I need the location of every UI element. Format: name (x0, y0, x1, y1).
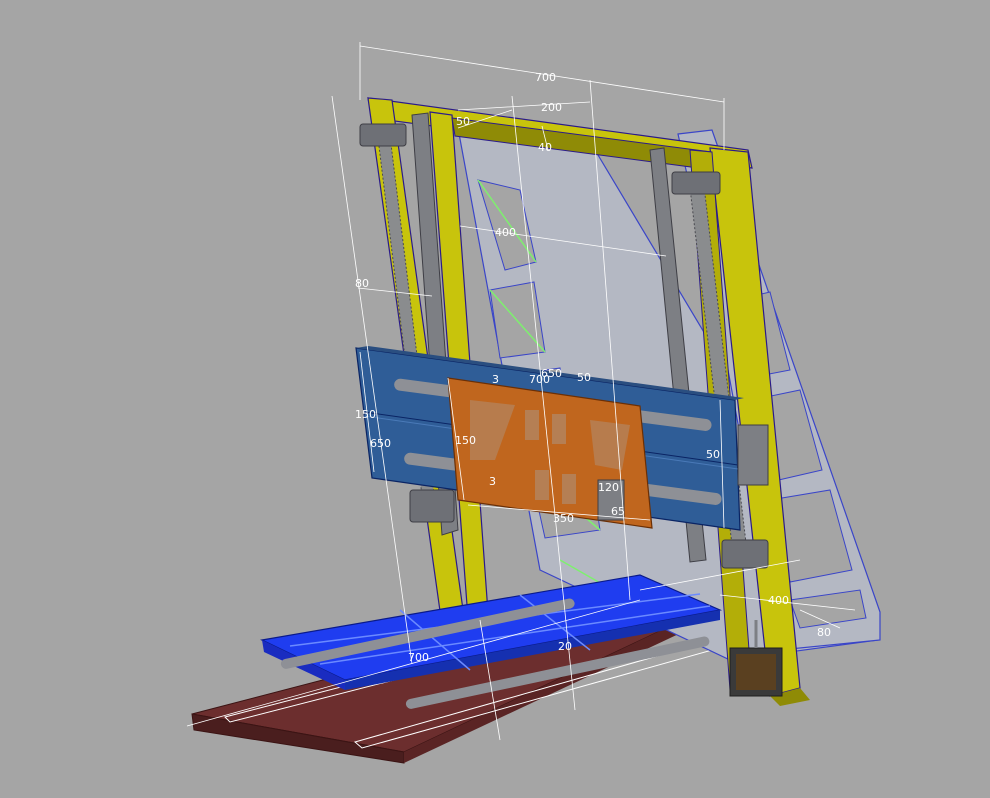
dim-base-side: 80 (817, 626, 831, 639)
dim-base-width: 400 (768, 594, 789, 607)
dim-table-gap: 20 (558, 640, 572, 653)
dim-top-offset: 50 (456, 115, 470, 128)
dim-plate-right: 50 (706, 448, 720, 461)
cad-render: 700 200 50 40 400 80 150 650 3 700 650 5… (186, 42, 881, 764)
dim-carriage-width-b: 650 (541, 367, 562, 380)
dim-plate-width: 350 (553, 512, 574, 525)
dim-top-width: 700 (535, 71, 556, 84)
x-right-block (737, 424, 769, 486)
dim-table-width: 700 (408, 651, 429, 664)
dim-carriage-thickness: 3 (492, 373, 499, 386)
dim-carriage-height: 150 (355, 408, 376, 421)
right-bottom-bearing (721, 539, 769, 569)
dim-side-left: 80 (355, 277, 369, 290)
dim-hole-offset: 65 (611, 505, 625, 518)
dim-inner-span: 400 (495, 226, 516, 239)
left-top-bearing (359, 123, 407, 147)
dim-plate-thickness: 3 (489, 475, 496, 488)
dim-top-depth: 40 (538, 141, 552, 154)
dim-hole-spacing: 120 (598, 481, 619, 494)
dim-plate-height: 150 (455, 434, 476, 447)
dim-carriage-side-height: 650 (370, 437, 391, 450)
left-bottom-bearing (409, 489, 455, 523)
dim-top-gap: 200 (541, 101, 562, 114)
right-top-bearing (671, 171, 721, 195)
dim-carriage-right: 50 (577, 371, 591, 384)
